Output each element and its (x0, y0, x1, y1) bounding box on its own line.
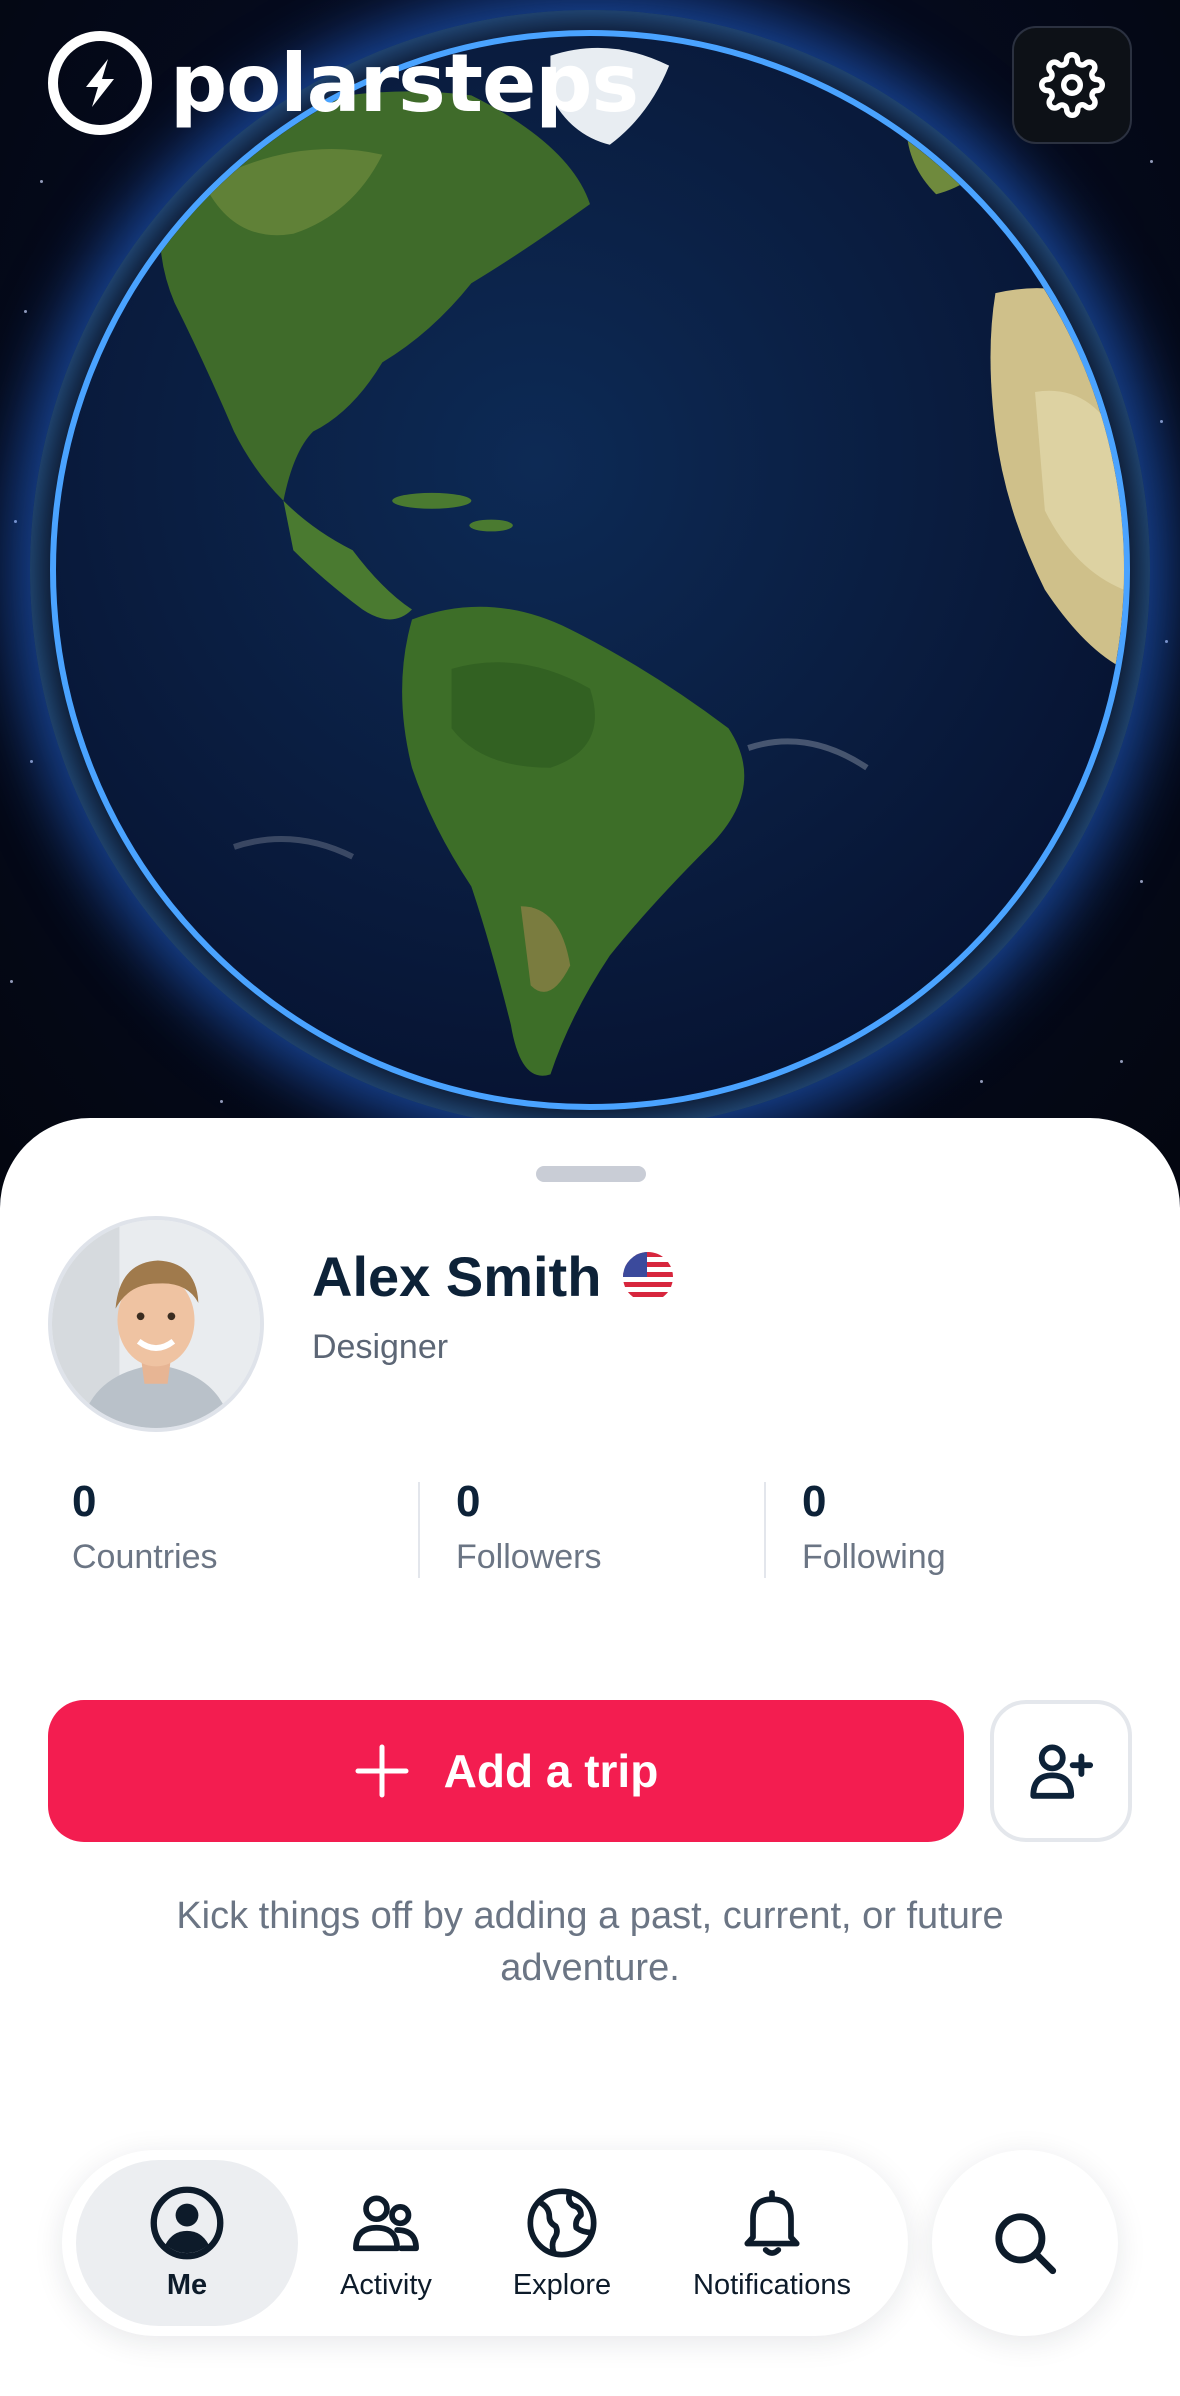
nav-item-me[interactable]: Me (76, 2160, 298, 2326)
stat-following[interactable]: 0 Following (802, 1480, 946, 1577)
globe-earth[interactable] (50, 30, 1130, 1110)
nav-item-activity[interactable]: Activity (298, 2160, 474, 2326)
stat-value: 0 (72, 1477, 97, 1526)
nav-item-explore[interactable]: Explore (474, 2160, 650, 2326)
bell-icon (744, 2189, 800, 2256)
stat-divider (418, 1482, 420, 1578)
nav-label-me: Me (166, 2268, 208, 2301)
avatar[interactable] (48, 1216, 264, 1432)
empty-state-hint: Kick things off by adding a past, curren… (176, 1895, 1004, 1989)
profile-name-row: Alex Smith (312, 1244, 674, 1309)
nav-item-notifications[interactable]: Notifications (650, 2160, 894, 2326)
globe-hero (0, 0, 1180, 1200)
nav-label-notifications: Notifications (693, 2268, 851, 2301)
stat-label: Countries (72, 1538, 218, 1576)
person-circle-icon (150, 2186, 224, 2259)
add-friend-button[interactable] (990, 1700, 1132, 1842)
stat-label: Followers (456, 1538, 602, 1576)
nav-label-activity: Activity (340, 2268, 432, 2301)
app-logo: polarsteps (48, 30, 639, 136)
plus-icon (355, 1744, 409, 1798)
sheet-drag-handle[interactable] (536, 1166, 646, 1182)
stat-label: Following (802, 1538, 946, 1576)
stat-countries[interactable]: 0 Countries (72, 1480, 218, 1577)
add-trip-button[interactable]: Add a trip (48, 1700, 964, 1842)
stat-value: 0 (802, 1477, 827, 1526)
profile-name: Alex Smith (312, 1245, 602, 1308)
nav-label-explore: Explore (512, 2268, 612, 2301)
logo-wordmark: polarsteps (170, 36, 639, 130)
compass-icon (48, 31, 152, 135)
search-icon (995, 2213, 1057, 2275)
profile-role: Designer (312, 1328, 449, 1366)
stat-value: 0 (456, 1477, 481, 1526)
bottom-nav: Me Activity Explore Notifications (62, 2150, 908, 2336)
profile-stats: 0 Countries 0 Followers 0 Following (0, 1480, 1180, 1580)
stat-divider (764, 1482, 766, 1578)
us-flag-icon (623, 1251, 674, 1302)
gear-icon (1039, 52, 1105, 118)
stat-followers[interactable]: 0 Followers (456, 1480, 601, 1577)
add-user-icon (1030, 1744, 1094, 1799)
settings-button[interactable] (1012, 26, 1132, 144)
search-button[interactable] (932, 2150, 1118, 2336)
add-trip-label: Add a trip (443, 1745, 659, 1797)
globe-icon (527, 2187, 597, 2258)
people-icon (353, 2194, 419, 2251)
